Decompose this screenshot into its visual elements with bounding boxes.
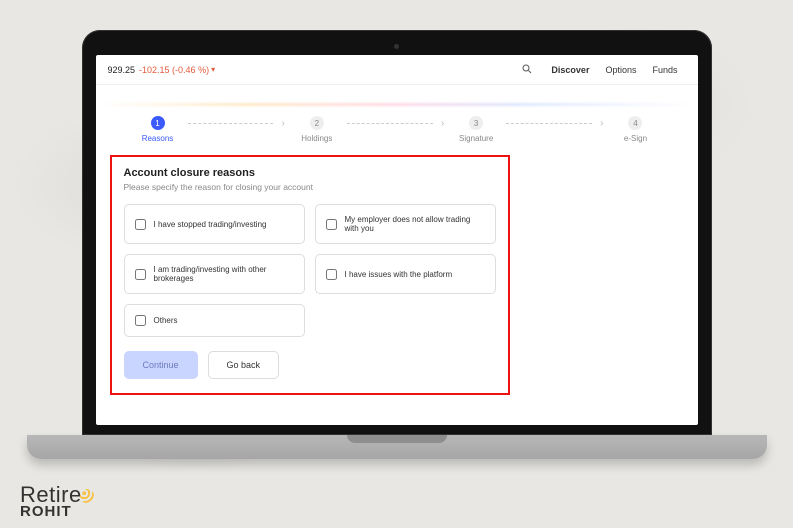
camera-dot bbox=[394, 44, 399, 49]
step-label: Holdings bbox=[301, 134, 332, 143]
checkbox[interactable] bbox=[135, 315, 146, 326]
accent-gradient bbox=[96, 103, 698, 106]
step-reasons[interactable]: 1 Reasons bbox=[134, 116, 182, 143]
watermark-logo: Retire ROHIT bbox=[20, 486, 94, 518]
checkbox[interactable] bbox=[135, 219, 146, 230]
laptop-notch bbox=[347, 435, 447, 443]
step-esign[interactable]: 4 e-Sign bbox=[611, 116, 659, 143]
step-circle: 4 bbox=[628, 116, 642, 130]
laptop-base bbox=[27, 435, 767, 459]
app-screen: 929.25 -102.15 (-0.46 %) ▾ Discover Opti… bbox=[96, 55, 698, 425]
option-label: I have stopped trading/investing bbox=[154, 220, 267, 229]
nav-discover[interactable]: Discover bbox=[551, 65, 589, 75]
step-separator bbox=[188, 123, 274, 124]
checkbox[interactable] bbox=[326, 269, 337, 280]
sun-icon bbox=[80, 489, 94, 503]
reason-others[interactable]: Others bbox=[124, 304, 305, 337]
chevron-right-icon: › bbox=[441, 118, 444, 129]
laptop-mockup: 929.25 -102.15 (-0.46 %) ▾ Discover Opti… bbox=[82, 30, 712, 459]
reason-platform-issues[interactable]: I have issues with the platform bbox=[315, 254, 496, 294]
panel-actions: Continue Go back bbox=[124, 351, 496, 379]
reason-employer[interactable]: My employer does not allow trading with … bbox=[315, 204, 496, 244]
reason-stopped-trading[interactable]: I have stopped trading/investing bbox=[124, 204, 305, 244]
step-label: Signature bbox=[459, 134, 493, 143]
step-separator bbox=[506, 123, 592, 124]
option-label: Others bbox=[154, 316, 178, 325]
option-label: I have issues with the platform bbox=[345, 270, 453, 279]
closure-reasons-panel: Account closure reasons Please specify t… bbox=[110, 155, 510, 395]
nav-options[interactable]: Options bbox=[605, 65, 636, 75]
topbar: 929.25 -102.15 (-0.46 %) ▾ Discover Opti… bbox=[96, 55, 698, 85]
step-label: Reasons bbox=[142, 134, 174, 143]
step-holdings[interactable]: 2 Holdings bbox=[293, 116, 341, 143]
reason-other-brokerages[interactable]: I am trading/investing with other broker… bbox=[124, 254, 305, 294]
checkbox[interactable] bbox=[135, 269, 146, 280]
nav-funds[interactable]: Funds bbox=[652, 65, 677, 75]
step-circle: 2 bbox=[310, 116, 324, 130]
caret-down-icon[interactable]: ▾ bbox=[211, 65, 215, 74]
option-label: I am trading/investing with other broker… bbox=[154, 265, 294, 283]
laptop-bezel: 929.25 -102.15 (-0.46 %) ▾ Discover Opti… bbox=[82, 30, 712, 435]
step-signature[interactable]: 3 Signature bbox=[452, 116, 500, 143]
ticker-change: -102.15 (-0.46 %) bbox=[139, 65, 209, 75]
option-label: My employer does not allow trading with … bbox=[345, 215, 485, 233]
checkbox[interactable] bbox=[326, 219, 337, 230]
step-separator bbox=[347, 123, 433, 124]
ticker-value: 929.25 bbox=[108, 65, 136, 75]
panel-subtitle: Please specify the reason for closing yo… bbox=[124, 182, 496, 192]
step-circle: 1 bbox=[151, 116, 165, 130]
go-back-button[interactable]: Go back bbox=[208, 351, 280, 379]
search-icon[interactable] bbox=[521, 63, 533, 77]
step-label: e-Sign bbox=[624, 134, 647, 143]
continue-button[interactable]: Continue bbox=[124, 351, 198, 379]
step-circle: 3 bbox=[469, 116, 483, 130]
chevron-right-icon: › bbox=[600, 118, 603, 129]
reason-options: I have stopped trading/investing My empl… bbox=[124, 204, 496, 337]
panel-title: Account closure reasons bbox=[124, 167, 496, 179]
watermark-line2: ROHIT bbox=[20, 505, 94, 519]
chevron-right-icon: › bbox=[281, 118, 284, 129]
stepper: 1 Reasons › 2 Holdings › 3 Signature › bbox=[96, 106, 698, 151]
